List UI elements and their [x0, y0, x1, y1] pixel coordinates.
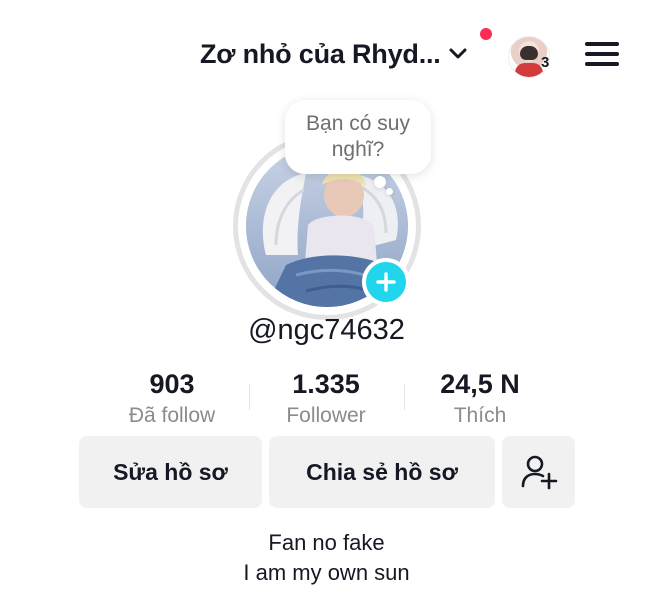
thought-bubble-dot-small [386, 188, 393, 195]
add-avatar-button[interactable] [362, 258, 410, 306]
thought-bubble-dot [374, 176, 386, 188]
edit-profile-button[interactable]: Sửa hồ sơ [79, 436, 262, 508]
notification-count: 3 [541, 54, 550, 71]
stat-value: 1.335 [292, 369, 360, 399]
add-user-icon [521, 455, 557, 490]
stat-followers[interactable]: 1.335 Follower [246, 368, 406, 430]
username: @ngc74632 [248, 314, 405, 346]
stat-value: 24,5 N [440, 369, 520, 399]
stat-label: Đã follow [128, 404, 216, 427]
bio-line: I am my own sun [243, 560, 410, 585]
notification-dot [480, 28, 492, 40]
plus-icon [376, 272, 396, 292]
menu-icon[interactable] [585, 40, 619, 68]
stat-likes[interactable]: 24,5 N Thích [400, 368, 560, 430]
add-friend-button[interactable] [502, 436, 575, 508]
stat-label: Follower [286, 404, 366, 427]
stat-label: Thích [453, 404, 507, 427]
account-name: Zơ nhỏ của Rhyd... [200, 38, 441, 69]
account-switcher[interactable]: Zơ nhỏ của Rhyd... [200, 34, 469, 74]
stat-value: 903 [149, 369, 195, 399]
share-profile-button[interactable]: Chia sẻ hồ sơ [269, 436, 495, 508]
thought-bubble[interactable]: Bạn có suy nghĩ? [285, 100, 431, 174]
stat-following[interactable]: 903 Đã follow [92, 368, 252, 430]
bio-line: Fan no fake [268, 530, 385, 555]
avatar-face [520, 46, 538, 60]
thought-bubble-text: Bạn có suy nghĩ? [306, 112, 410, 161]
avatar-shirt [515, 63, 543, 77]
chevron-down-icon [447, 43, 469, 65]
